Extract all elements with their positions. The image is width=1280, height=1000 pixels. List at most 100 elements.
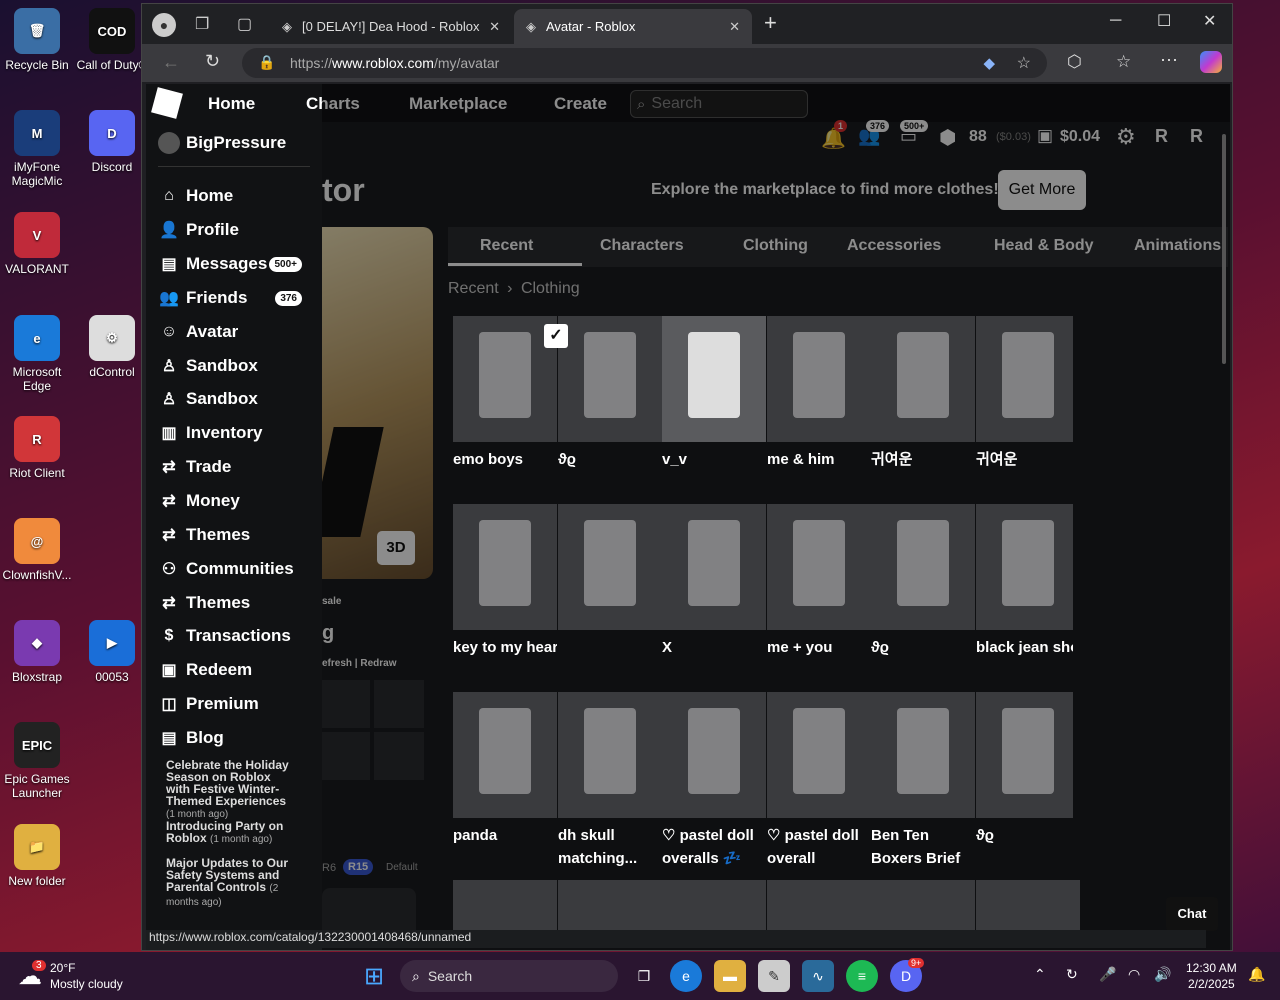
item-name[interactable]: black jean sho — [976, 636, 1073, 659]
item-name[interactable]: 귀여운 — [976, 448, 1073, 471]
sidebar-item-money[interactable]: ⇄ Money — [158, 490, 308, 512]
item-name[interactable]: ♡ pastel doll overall sleeves — [767, 824, 871, 872]
desktop-icon[interactable]: COD Call of Duty® — [76, 8, 148, 72]
tab-dea-hood[interactable]: ◈ [0 DELAY!] Dea Hood - Roblox ✕ — [270, 9, 512, 44]
sidebar-user[interactable]: BigPressure — [158, 132, 286, 154]
copilot-icon[interactable] — [1200, 51, 1222, 73]
wallet-icon[interactable]: ▣ — [1037, 126, 1053, 146]
worn-item[interactable] — [374, 680, 424, 728]
item-card[interactable] — [871, 692, 975, 818]
nav-marketplace[interactable]: Marketplace — [409, 94, 507, 114]
sidebar-item-sandbox[interactable]: ♙ Sandbox — [158, 355, 308, 377]
item-card[interactable] — [976, 692, 1073, 818]
desktop-icon[interactable]: e Microsoft Edge — [1, 315, 73, 393]
item-card[interactable] — [871, 316, 975, 442]
notepad-icon[interactable]: ✎ — [758, 960, 790, 992]
blog-post-link[interactable]: Major Updates to Our Safety Systems and … — [166, 857, 296, 909]
desktop-icon[interactable]: 📁 New folder — [1, 824, 73, 888]
tab-avatar[interactable]: ◈ Avatar - Roblox ✕ — [514, 9, 752, 44]
desktop-icon[interactable]: @ ClownfishV... — [1, 518, 73, 582]
robux-icon[interactable]: ⬢ — [939, 125, 956, 150]
coupon-icon[interactable]: ◆ — [983, 54, 995, 72]
desktop-icon[interactable]: R Riot Client — [1, 416, 73, 480]
weather-temp[interactable]: 20°F — [50, 961, 75, 975]
microphone-icon[interactable]: 🎤 — [1099, 966, 1116, 983]
item-name[interactable]: dh skull matching... — [558, 824, 662, 872]
category-tab[interactable]: Characters — [600, 237, 684, 255]
breadcrumb-clothing[interactable]: Clothing — [521, 280, 580, 297]
item-name[interactable]: me + you — [767, 636, 871, 659]
close-tab-icon[interactable]: ✕ — [729, 19, 740, 35]
clock-time[interactable]: 12:30 AM — [1186, 961, 1237, 975]
favorites-icon[interactable]: ☆ — [1116, 52, 1131, 72]
spotify-icon[interactable]: ≡ — [846, 960, 878, 992]
chat-button[interactable]: Chat — [1166, 897, 1218, 931]
back-icon[interactable]: ← — [162, 52, 180, 73]
wallet-amount[interactable]: $0.04 — [1060, 128, 1100, 146]
item-name[interactable]: ♡ pastel doll overalls 💤 — [662, 824, 766, 872]
edge-taskbar-icon[interactable]: e — [670, 960, 702, 992]
item-name[interactable]: ϑϱ — [871, 636, 975, 659]
settings-gear-icon[interactable]: ⚙ — [1116, 124, 1136, 150]
notification-center-icon[interactable]: 🔔 — [1248, 966, 1265, 983]
item-card[interactable] — [767, 692, 871, 818]
desktop-icon[interactable]: ⚙ dControl — [76, 315, 148, 379]
item-card[interactable] — [767, 316, 871, 442]
nav-home[interactable]: Home — [208, 94, 255, 114]
vertical-tabs-icon[interactable]: ▢ — [237, 14, 252, 34]
volume-icon[interactable]: 🔊 — [1154, 966, 1171, 983]
weather-desc[interactable]: Mostly cloudy — [50, 977, 123, 991]
extension-r-icon[interactable]: R — [1155, 126, 1168, 147]
collections-icon[interactable]: ❐ — [195, 14, 209, 34]
avatar-preview[interactable]: 3D — [310, 227, 433, 579]
category-tab[interactable]: Recent — [480, 237, 533, 255]
wifi-icon[interactable]: ◠ — [1128, 966, 1140, 983]
item-name[interactable]: X — [662, 636, 766, 659]
item-card[interactable] — [453, 692, 557, 818]
item-name[interactable]: me & him — [767, 448, 871, 471]
worn-item[interactable] — [322, 732, 370, 780]
item-name[interactable]: Ben Ten Boxers Brief — [871, 824, 975, 872]
sidebar-item-home[interactable]: ⌂ Home — [158, 185, 308, 207]
sidebar-item-blog[interactable]: ▤ Blog — [158, 727, 308, 749]
nav-charts[interactable]: Charts — [306, 94, 360, 114]
blog-post-link[interactable]: Introducing Party on Roblox (1 month ago… — [166, 820, 296, 846]
worn-item[interactable] — [374, 732, 424, 780]
item-name[interactable]: panda — [453, 824, 557, 872]
extension-r2-icon[interactable]: R — [1190, 126, 1203, 147]
item-name[interactable]: ϑϱ — [976, 824, 1073, 872]
selected-checkmark-icon[interactable]: ✓ — [544, 324, 568, 348]
item-name[interactable]: ϑϱ — [558, 448, 662, 471]
refresh-redraw-link[interactable]: efresh | Redraw — [322, 658, 397, 669]
profile-avatar-icon[interactable]: ● — [152, 13, 176, 37]
more-menu-icon[interactable]: ⋯ — [1160, 50, 1178, 71]
sidebar-item-friends[interactable]: 👥 Friends 376 — [158, 287, 308, 309]
item-card[interactable] — [453, 316, 557, 442]
sidebar-item-profile[interactable]: 👤 Profile — [158, 219, 308, 241]
sidebar-item-transactions[interactable]: $ Transactions — [158, 625, 308, 647]
toggle-3d-button[interactable]: 3D — [377, 531, 415, 565]
search-input[interactable]: ⌕ Search — [630, 90, 808, 118]
clock-date[interactable]: 2/2/2025 — [1188, 977, 1235, 991]
category-tab[interactable]: Clothing — [743, 237, 808, 255]
category-tab[interactable]: Accessories — [847, 237, 941, 255]
new-tab-icon[interactable]: + — [764, 10, 777, 36]
roblox-logo-icon[interactable] — [151, 87, 183, 119]
item-name[interactable]: 귀여운 — [871, 448, 975, 471]
desktop-icon[interactable]: ◆ Bloxstrap — [1, 620, 73, 684]
item-card[interactable] — [558, 316, 662, 442]
desktop-icon[interactable]: ▶ 00053 — [76, 620, 148, 684]
item-name[interactable]: emo boys — [453, 448, 557, 471]
minimize-icon[interactable]: ─ — [1110, 12, 1121, 30]
sidebar-item-sandbox[interactable]: ♙ Sandbox — [158, 388, 308, 410]
refresh-icon[interactable]: ↻ — [205, 51, 220, 72]
windows-start-icon[interactable]: ⊞ — [358, 960, 390, 992]
r6-toggle[interactable]: R6 — [322, 862, 336, 874]
breadcrumb-recent[interactable]: Recent — [448, 280, 499, 297]
desktop-icon[interactable]: MiMyFone MagicMic — [1, 110, 73, 188]
item-card[interactable] — [976, 504, 1073, 630]
taskbar-search[interactable]: ⌕ Search — [400, 960, 618, 992]
sidebar-item-inventory[interactable]: ▥ Inventory — [158, 422, 308, 444]
extensions-icon[interactable]: ⬡ — [1067, 52, 1082, 72]
desktop-icon[interactable]: V VALORANT — [1, 212, 73, 276]
